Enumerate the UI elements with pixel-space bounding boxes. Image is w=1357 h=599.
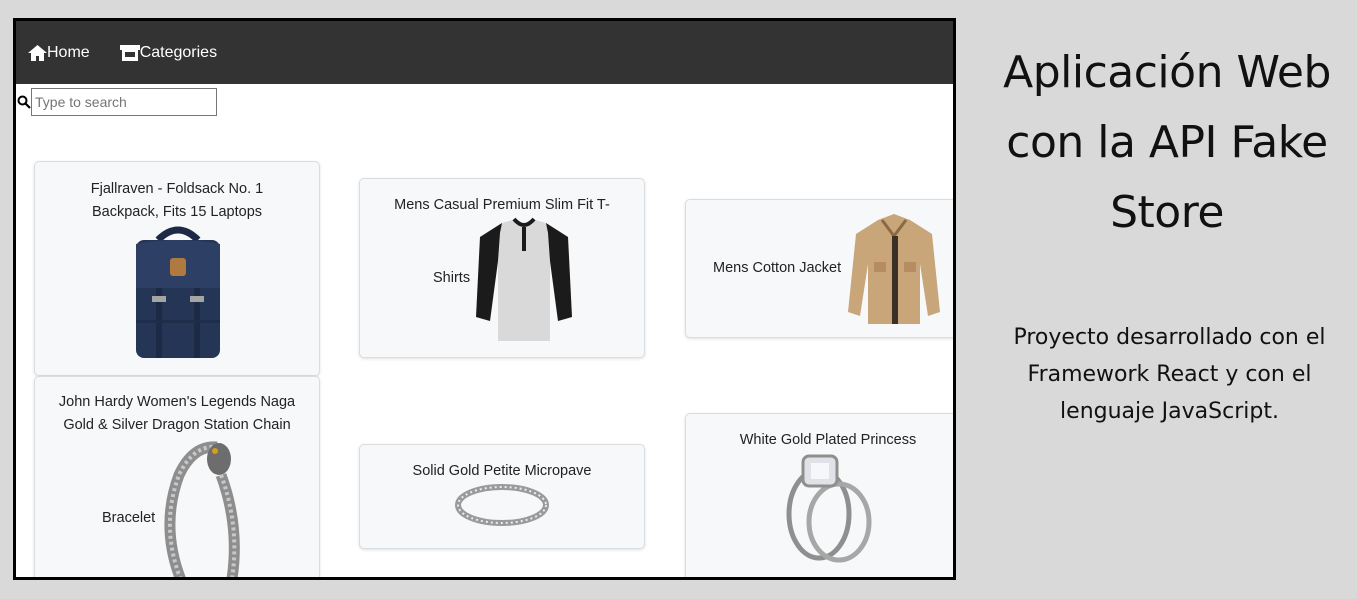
product-title-line: John Hardy Women's Legends Naga (58, 394, 296, 410)
nav-categories-link[interactable]: Categories (119, 43, 218, 62)
product-title-line: Bracelet (102, 510, 156, 526)
product-title: Solid Gold Petite Micropave (360, 460, 644, 483)
ring-image (455, 484, 549, 526)
product-title-line: Gold & Silver Dragon Station Chain (63, 417, 291, 433)
presentation-description-line: Framework React y con el (1027, 362, 1312, 387)
bracelet-image (164, 441, 240, 577)
product-title-wrap: Bracelet (102, 507, 155, 530)
home-icon (28, 44, 47, 61)
product-title-line: White Gold Plated Princess (739, 432, 917, 448)
nav-categories-label: Categories (139, 43, 218, 61)
product-title-wrap: Shirts (433, 267, 470, 290)
search-input[interactable] (31, 88, 217, 116)
product-title: Mens Cotton Jacket (713, 257, 841, 280)
product-title: White Gold Plated Princess (686, 429, 953, 452)
product-title-line: Backpack, Fits 15 Laptops (91, 204, 263, 220)
product-title: John Hardy Women's Legends Naga Gold & S… (35, 391, 319, 437)
tshirt-image (476, 217, 572, 341)
nav-home-link[interactable]: Home (28, 44, 90, 62)
product-title-line: Shirts (433, 270, 471, 286)
presentation-title-line: Aplicación Web (1003, 47, 1331, 98)
product-title-line: Mens Cotton Jacket (713, 260, 842, 276)
product-card-bracelet[interactable]: John Hardy Women's Legends Naga Gold & S… (34, 376, 320, 577)
store-icon (119, 44, 140, 61)
presentation-description-line: lenguaje JavaScript. (1060, 399, 1279, 424)
ring-set-image (786, 454, 872, 563)
presentation-description-line: Proyecto desarrollado con el (1013, 325, 1326, 350)
nav-home-label: Home (47, 43, 90, 61)
product-card-ring[interactable]: Solid Gold Petite Micropave (359, 444, 645, 549)
product-title: Fjallraven - Foldsack No. 1 Backpack, Fi… (35, 178, 319, 224)
product-card-jacket[interactable]: Mens Cotton Jacket (685, 199, 953, 338)
product-card-ring-set[interactable]: White Gold Plated Princess (685, 413, 953, 577)
product-card-backpack[interactable]: Fjallraven - Foldsack No. 1 Backpack, Fi… (34, 161, 320, 376)
app-screenshot-frame: Home Categories Fjallraven - Foldsack No… (13, 18, 956, 580)
product-title-line: Fjallraven - Foldsack No. 1 (90, 181, 264, 197)
presentation-title: Aplicación Web con la API Fake Store (962, 38, 1357, 248)
navbar: Home Categories (16, 21, 953, 84)
presentation-title-line: con la API Fake (1006, 117, 1328, 168)
search-bar (16, 87, 217, 117)
product-title-line: Solid Gold Petite Micropave (412, 463, 592, 479)
product-title-line: Mens Casual Premium Slim Fit T- (394, 197, 610, 213)
jacket-image (848, 214, 940, 324)
presentation-title-line: Store (1110, 187, 1224, 238)
product-title: Mens Casual Premium Slim Fit T- (360, 194, 644, 217)
backpack-image (136, 226, 220, 358)
search-icon (17, 95, 31, 109)
product-card-tshirt[interactable]: Mens Casual Premium Slim Fit T- Shirts (359, 178, 645, 358)
presentation-description: Proyecto desarrollado con el Framework R… (982, 319, 1357, 430)
